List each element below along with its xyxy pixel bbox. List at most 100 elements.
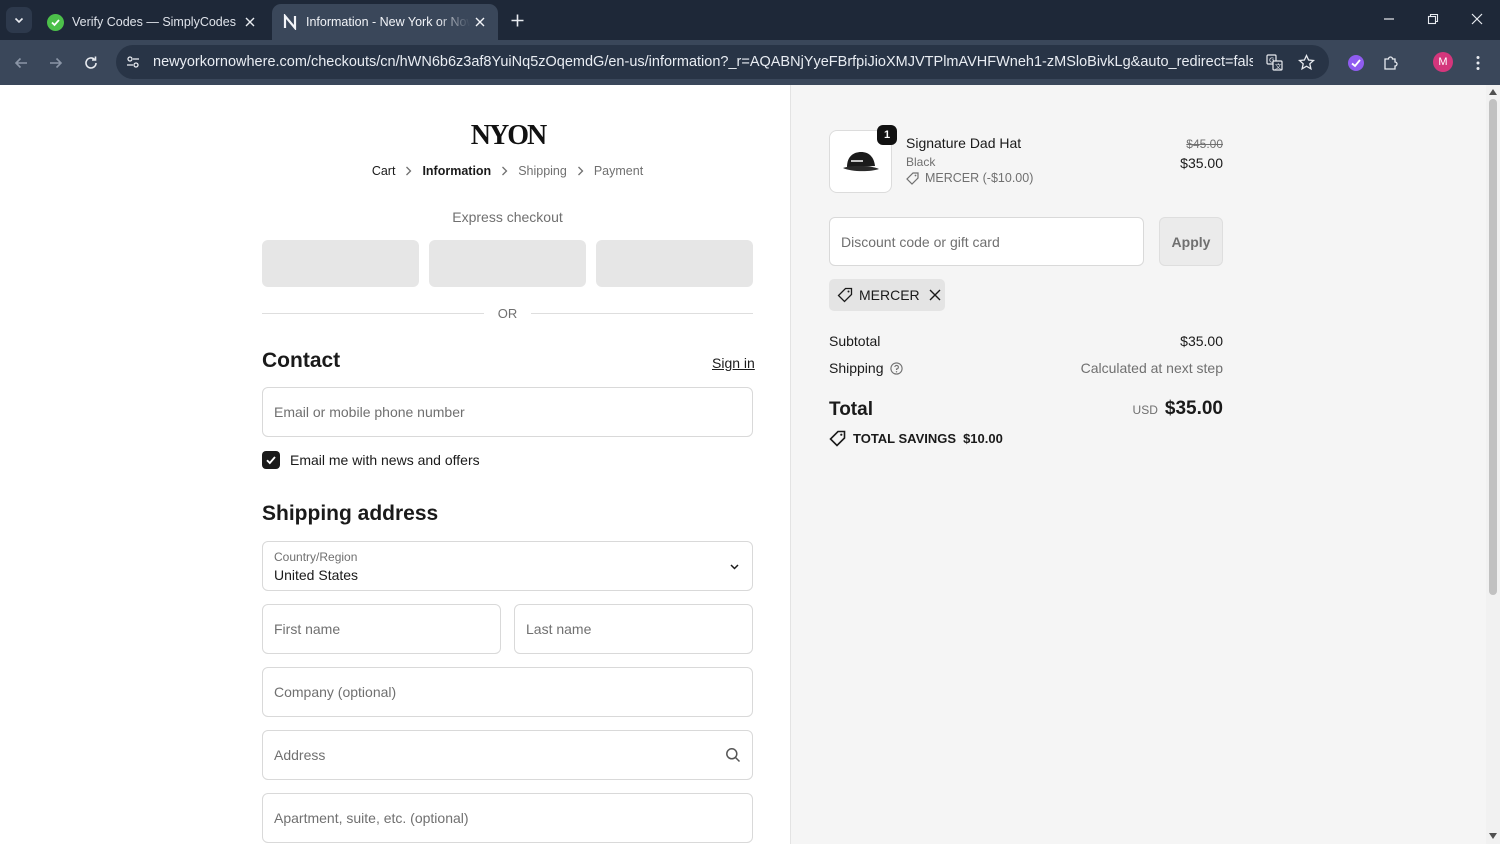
express-checkout-button-3[interactable] — [596, 240, 753, 287]
product-discount: MERCER (-$10.00) — [906, 171, 1033, 185]
search-icon[interactable] — [724, 746, 742, 764]
forward-button[interactable] — [43, 50, 69, 76]
nyon-icon — [281, 14, 298, 31]
shipping-row: Shipping — [829, 360, 903, 376]
tab-search-button[interactable] — [6, 7, 32, 33]
total-savings-value: $10.00 — [963, 431, 1003, 446]
more-menu-icon[interactable] — [1467, 52, 1489, 74]
newsletter-checkbox[interactable] — [262, 451, 280, 469]
total-savings-label: TOTAL SAVINGS — [853, 431, 957, 446]
close-tab-icon[interactable] — [470, 12, 490, 32]
breadcrumb-cart[interactable]: Cart — [372, 164, 396, 178]
translate-icon[interactable]: G文 — [1264, 52, 1284, 72]
express-checkout-label: Express checkout — [452, 209, 563, 225]
contact-heading: Contact — [262, 349, 341, 372]
apply-discount-button[interactable]: Apply — [1159, 217, 1223, 266]
plus-icon — [511, 14, 523, 26]
tab-title: Verify Codes — SimplyCodes — [72, 15, 236, 29]
extension-simplycodes-icon[interactable] — [1345, 52, 1367, 74]
shipping-label: Shipping — [829, 360, 884, 376]
scroll-down-icon[interactable] — [1489, 832, 1497, 840]
express-checkout-button-1[interactable] — [262, 240, 419, 287]
chevron-right-icon — [405, 166, 412, 176]
site-info-icon[interactable] — [122, 51, 144, 73]
product-variant: Black — [906, 155, 936, 169]
close-icon — [1471, 13, 1483, 25]
shipping-value: Calculated at next step — [1080, 360, 1223, 376]
tab-simplycodes[interactable]: Verify Codes — SimplyCodes — [38, 4, 268, 40]
divider-line — [262, 313, 484, 314]
breadcrumb-information: Information — [422, 164, 492, 178]
checkout-page: NYON Cart Information Shipping Payment E… — [0, 85, 1500, 844]
applied-discount-chip: MERCER — [829, 279, 945, 311]
breadcrumb: Cart Information Shipping Payment — [262, 164, 753, 178]
scrollbar-thumb[interactable] — [1489, 99, 1497, 595]
email-field[interactable]: Email or mobile phone number — [262, 387, 753, 437]
help-icon[interactable] — [889, 361, 903, 375]
reload-icon — [85, 56, 97, 69]
address-bar[interactable]: newyorkornowhere.com/checkouts/cn/hWN6b6… — [116, 45, 1329, 79]
simplycodes-icon — [47, 13, 64, 31]
country-label: Country/Region — [274, 550, 358, 564]
shipping-address-heading: Shipping address — [262, 502, 439, 525]
total-value-row: USD $35.00 — [1000, 398, 1223, 420]
arrow-right-icon — [50, 57, 63, 69]
address-field[interactable]: Address — [262, 730, 753, 780]
tag-icon — [829, 430, 846, 447]
divider-line — [531, 313, 753, 314]
country-select[interactable]: Country/Region United States — [262, 541, 753, 591]
close-window-button[interactable] — [1462, 6, 1492, 32]
company-field[interactable]: Company (optional) — [262, 667, 753, 717]
subtotal-label: Subtotal — [829, 333, 881, 349]
browser-toolbar: newyorkornowhere.com/checkouts/cn/hWN6b6… — [0, 40, 1500, 85]
discount-placeholder: Discount code or gift card — [841, 234, 1000, 250]
restore-button[interactable] — [1418, 6, 1448, 32]
total-currency: USD — [1132, 403, 1158, 417]
tag-icon — [906, 171, 919, 185]
chevron-down-icon — [725, 557, 743, 575]
total-label: Total — [829, 399, 873, 420]
hat-image — [842, 151, 879, 171]
chevron-down-icon — [14, 17, 24, 24]
last-name-placeholder: Last name — [526, 621, 592, 637]
page-scrollbar[interactable] — [1486, 85, 1500, 844]
tag-icon — [837, 287, 853, 303]
new-tab-button[interactable] — [506, 9, 528, 31]
bookmark-star-icon[interactable] — [1296, 52, 1316, 72]
logo-text: NYON — [471, 120, 547, 149]
close-tab-icon[interactable] — [240, 12, 260, 32]
minimize-button[interactable] — [1374, 6, 1404, 32]
nyon-logo-mark: NYON — [471, 120, 549, 151]
last-name-field[interactable]: Last name — [514, 604, 753, 654]
total-savings: TOTAL SAVINGS $10.00 — [829, 430, 1003, 447]
sign-in-link[interactable]: Sign in — [712, 355, 755, 371]
back-button[interactable] — [8, 50, 34, 76]
breadcrumb-payment: Payment — [593, 164, 644, 178]
extensions-puzzle-icon[interactable] — [1380, 52, 1402, 74]
first-name-field[interactable]: First name — [262, 604, 501, 654]
nyon-logo[interactable]: NYON — [458, 119, 558, 151]
product-name: Signature Dad Hat — [906, 135, 1022, 151]
newsletter-label[interactable]: Email me with news and offers — [290, 452, 480, 468]
svg-text:文: 文 — [1275, 61, 1282, 70]
tab-nyon-information[interactable]: Information - New York or Nowhere — [272, 4, 498, 40]
chevron-right-icon — [501, 166, 508, 176]
order-summary-panel — [790, 85, 1486, 844]
apartment-field[interactable]: Apartment, suite, etc. (optional) — [262, 793, 753, 843]
applied-code-label: MERCER — [859, 287, 920, 303]
remove-code-icon[interactable] — [929, 289, 941, 301]
address-placeholder: Address — [274, 747, 326, 763]
breadcrumb-shipping: Shipping — [518, 164, 567, 178]
chevron-right-icon — [577, 166, 584, 176]
reload-button[interactable] — [78, 50, 104, 76]
express-checkout-button-2[interactable] — [429, 240, 586, 287]
profile-avatar[interactable]: M — [1433, 52, 1453, 72]
or-divider: OR — [262, 305, 753, 323]
apartment-placeholder: Apartment, suite, etc. (optional) — [274, 810, 469, 826]
total-amount: $35.00 — [1164, 398, 1223, 419]
scroll-up-icon[interactable] — [1489, 88, 1497, 96]
quantity-badge: 1 — [877, 125, 897, 145]
checkmark-icon — [266, 456, 276, 465]
or-label: OR — [497, 306, 518, 321]
discount-code-input[interactable]: Discount code or gift card — [829, 217, 1144, 266]
